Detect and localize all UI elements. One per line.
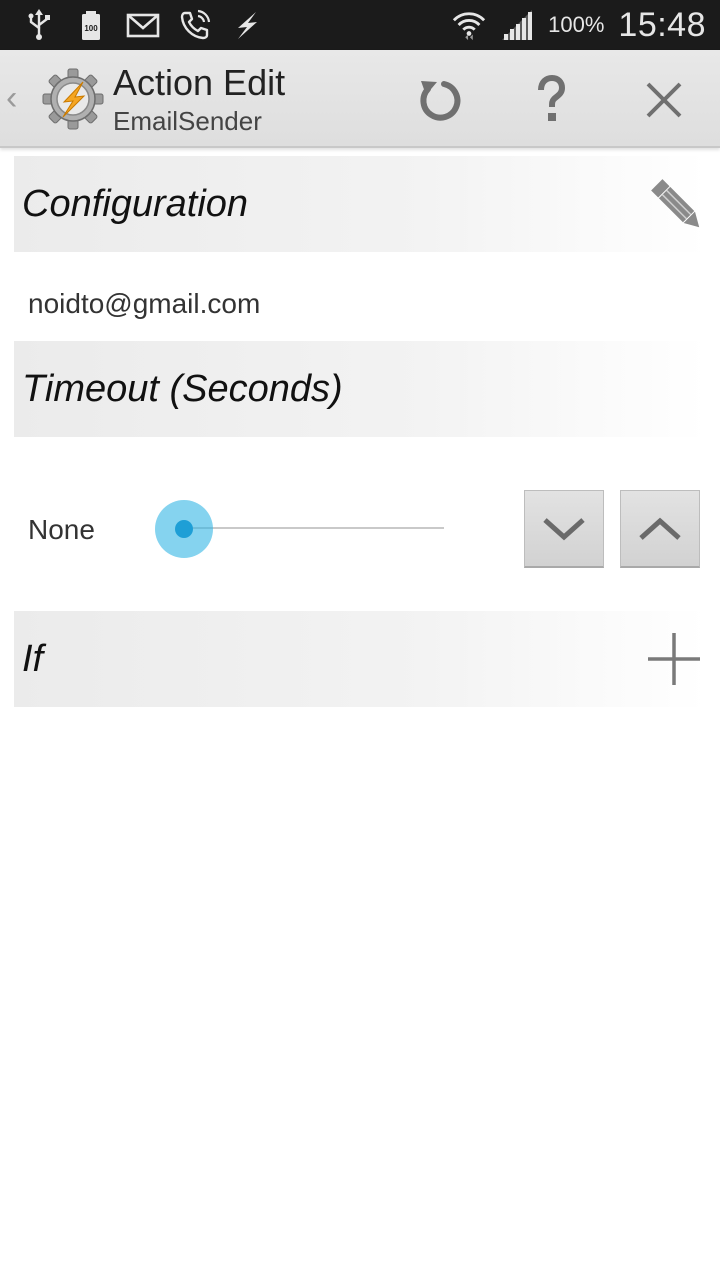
timeout-decrement-button[interactable] [524, 490, 604, 568]
help-button[interactable] [521, 70, 581, 130]
timeout-slider-track[interactable] [184, 527, 444, 529]
timeout-title: Timeout (Seconds) [22, 368, 343, 410]
if-header: If [14, 611, 706, 707]
status-bar-system: 100% 15:48 [452, 6, 706, 44]
edit-pencil-icon[interactable] [650, 176, 706, 236]
timeout-slider-thumb[interactable] [175, 520, 193, 538]
status-bar-notifications: 100 [22, 8, 264, 42]
svg-text:100: 100 [84, 24, 98, 33]
clock: 15:48 [618, 5, 706, 44]
action-bar: ‹ Action Edit EmailSender [0, 50, 720, 148]
revert-icon [420, 81, 461, 121]
timeout-increment-button[interactable] [620, 490, 700, 568]
close-button[interactable] [634, 70, 694, 130]
configuration-header: Configuration [14, 156, 706, 252]
battery-full-icon: 100 [82, 11, 100, 40]
back-chevron-icon[interactable]: ‹ [6, 78, 26, 118]
close-icon [646, 82, 682, 118]
timeout-value-label: None [28, 514, 95, 545]
tasker-app-icon[interactable] [42, 68, 104, 130]
chevron-down-icon [543, 517, 585, 540]
add-condition-icon[interactable] [646, 631, 702, 687]
chevron-up-icon [639, 517, 681, 540]
if-title: If [22, 638, 44, 680]
wifi-icon [452, 12, 486, 41]
timeout-header: Timeout (Seconds) [14, 341, 706, 437]
usb-icon [28, 9, 50, 40]
battery-percent: 100% [548, 12, 605, 37]
signal-icon [502, 10, 533, 40]
status-bar: 100 100% 15:48 [0, 0, 720, 50]
missed-call-icon [180, 9, 211, 40]
revert-button[interactable] [410, 70, 470, 130]
tasker-bolt-icon [238, 12, 257, 39]
gmail-icon [126, 13, 160, 38]
help-icon [538, 74, 566, 121]
page-title: Action Edit [113, 62, 286, 103]
configuration-value[interactable]: noidto@gmail.com [28, 288, 260, 320]
page-subtitle: EmailSender [113, 106, 262, 136]
configuration-title: Configuration [22, 183, 249, 225]
